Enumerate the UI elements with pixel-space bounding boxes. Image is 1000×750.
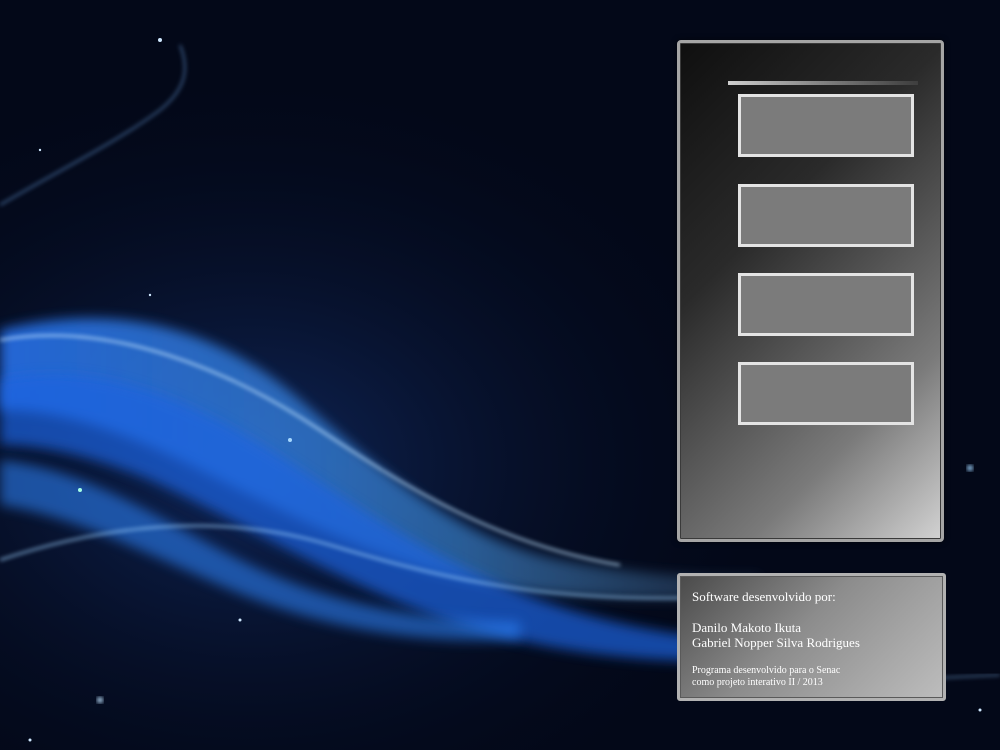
menu-button-1[interactable] bbox=[738, 94, 914, 157]
main-menu-panel bbox=[677, 40, 944, 542]
credits-note: Programa desenvolvido para o Senac bbox=[692, 665, 841, 676]
credits-author: Gabriel Nopper Silva Rodrigues bbox=[692, 635, 860, 650]
menu-button-4[interactable] bbox=[738, 362, 914, 425]
credits-note: como projeto interativo II / 2013 bbox=[692, 677, 823, 688]
credits-panel: Software desenvolvido por: Danilo Makoto… bbox=[677, 573, 946, 701]
menu-button-2[interactable] bbox=[738, 184, 914, 247]
credits-title: Software desenvolvido por: bbox=[692, 589, 836, 604]
credits-author: Danilo Makoto Ikuta bbox=[692, 620, 802, 635]
menu-button-3[interactable] bbox=[738, 273, 914, 336]
panel-gloss bbox=[728, 81, 918, 85]
